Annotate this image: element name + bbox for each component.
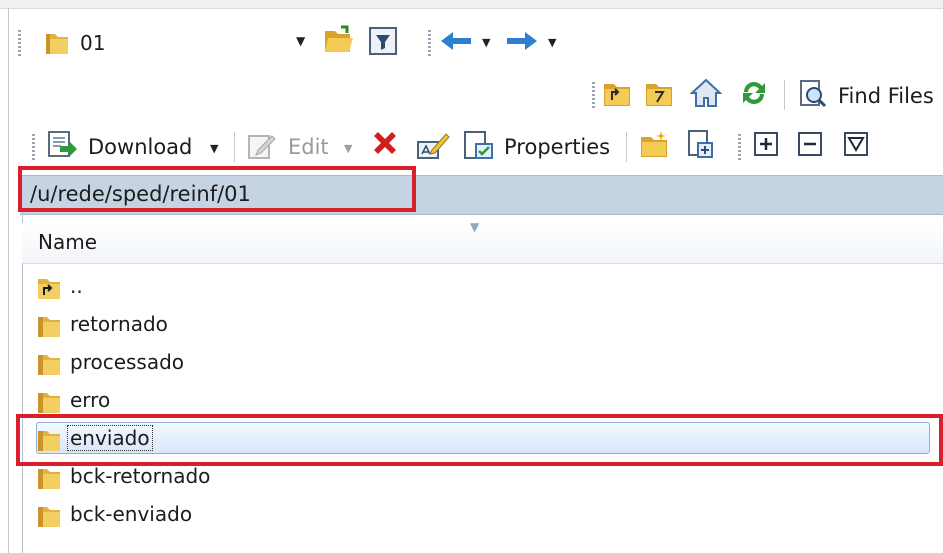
forward-button[interactable] (502, 28, 542, 58)
toolbar-separator-2 (234, 132, 235, 162)
collapse-all-button[interactable] (794, 130, 826, 162)
new-file-button[interactable] (682, 128, 720, 164)
minus-icon (797, 131, 823, 161)
plus-icon (753, 131, 779, 161)
download-dropdown-icon[interactable]: ▼ (210, 142, 218, 155)
list-item[interactable]: .. (30, 269, 930, 305)
column-header-label: Name (38, 230, 98, 254)
window-top-border (0, 0, 943, 9)
window-left-border (8, 8, 9, 553)
folder-icon (36, 503, 62, 533)
chevron-down-icon[interactable]: ▼ (296, 34, 305, 48)
edit-icon-wrap (244, 130, 280, 164)
rename-button[interactable] (414, 128, 452, 164)
folder-icon (36, 313, 62, 343)
toolbar-gripper-4[interactable] (32, 134, 35, 160)
open-folder-icon (323, 25, 355, 59)
delete-button[interactable] (366, 128, 404, 164)
refresh-button[interactable] (736, 78, 772, 112)
new-folder-button[interactable] (636, 128, 674, 164)
edit-dropdown-icon: ▼ (344, 142, 353, 155)
list-item-label: erro (70, 388, 111, 412)
list-item[interactable]: retornado (30, 307, 930, 343)
list-item-label: bck-retornado (70, 464, 211, 488)
edit-button: Edit (288, 135, 329, 159)
list-item[interactable]: bck-enviado (30, 497, 930, 533)
forward-arrow-icon (505, 30, 539, 56)
toolbar-gripper-5[interactable] (738, 134, 741, 160)
parent-folder-icon (36, 275, 62, 305)
delete-icon (369, 128, 401, 164)
properties-icon (462, 130, 494, 164)
new-file-icon (686, 129, 716, 163)
root-folder-icon (644, 80, 674, 112)
download-icon (46, 130, 78, 164)
home-button[interactable] (688, 78, 724, 112)
toolbar-separator-3 (626, 132, 627, 162)
properties-button[interactable]: Properties (504, 135, 610, 159)
folder-icon (36, 351, 62, 381)
list-item-label: bck-enviado (70, 502, 193, 526)
toolbar-gripper[interactable] (18, 30, 21, 56)
edit-icon (246, 130, 278, 164)
rename-icon (416, 128, 450, 164)
folder-combo[interactable]: 01 ▼ (30, 24, 316, 62)
expand-all-button[interactable] (750, 130, 782, 162)
mask-filter-button[interactable] (840, 130, 872, 162)
list-item-label: processado (70, 350, 185, 374)
sort-indicator-icon: ▼ (470, 220, 480, 234)
highlight-box-enviado (16, 414, 943, 466)
column-header-name[interactable] (22, 223, 943, 264)
filter-mask-icon (843, 131, 869, 161)
list-item-label: .. (70, 274, 83, 298)
back-dropdown-icon[interactable]: ▼ (482, 36, 490, 49)
toolbar-gripper-3[interactable] (592, 82, 595, 108)
download-icon-wrap[interactable] (44, 130, 80, 164)
parent-folder-icon (602, 80, 632, 112)
toolbar-separator (784, 80, 785, 110)
folder-icon (36, 465, 62, 495)
root-folder-button[interactable] (642, 80, 676, 112)
filter-icon (368, 26, 398, 60)
forward-dropdown-icon[interactable]: ▼ (548, 36, 556, 49)
back-arrow-icon (439, 30, 473, 56)
back-button[interactable] (436, 28, 476, 58)
refresh-icon (738, 78, 770, 112)
download-button[interactable]: Download (88, 135, 192, 159)
folder-combo-value: 01 (80, 31, 106, 55)
new-folder-icon (639, 129, 671, 163)
find-files-icon (798, 79, 828, 113)
properties-icon-wrap[interactable] (460, 130, 496, 164)
home-icon (689, 78, 723, 112)
folder-icon (44, 30, 70, 60)
list-item-label: retornado (70, 312, 168, 336)
toolbar-gripper-2[interactable] (428, 30, 431, 56)
list-item[interactable]: processado (30, 345, 930, 381)
find-files-label[interactable]: Find Files (838, 84, 934, 108)
find-files-icon-wrap[interactable] (796, 80, 830, 112)
parent-folder-button[interactable] (600, 80, 634, 112)
open-folder-button[interactable] (322, 24, 356, 60)
highlight-box-path (18, 166, 416, 212)
filter-button[interactable] (366, 26, 400, 60)
